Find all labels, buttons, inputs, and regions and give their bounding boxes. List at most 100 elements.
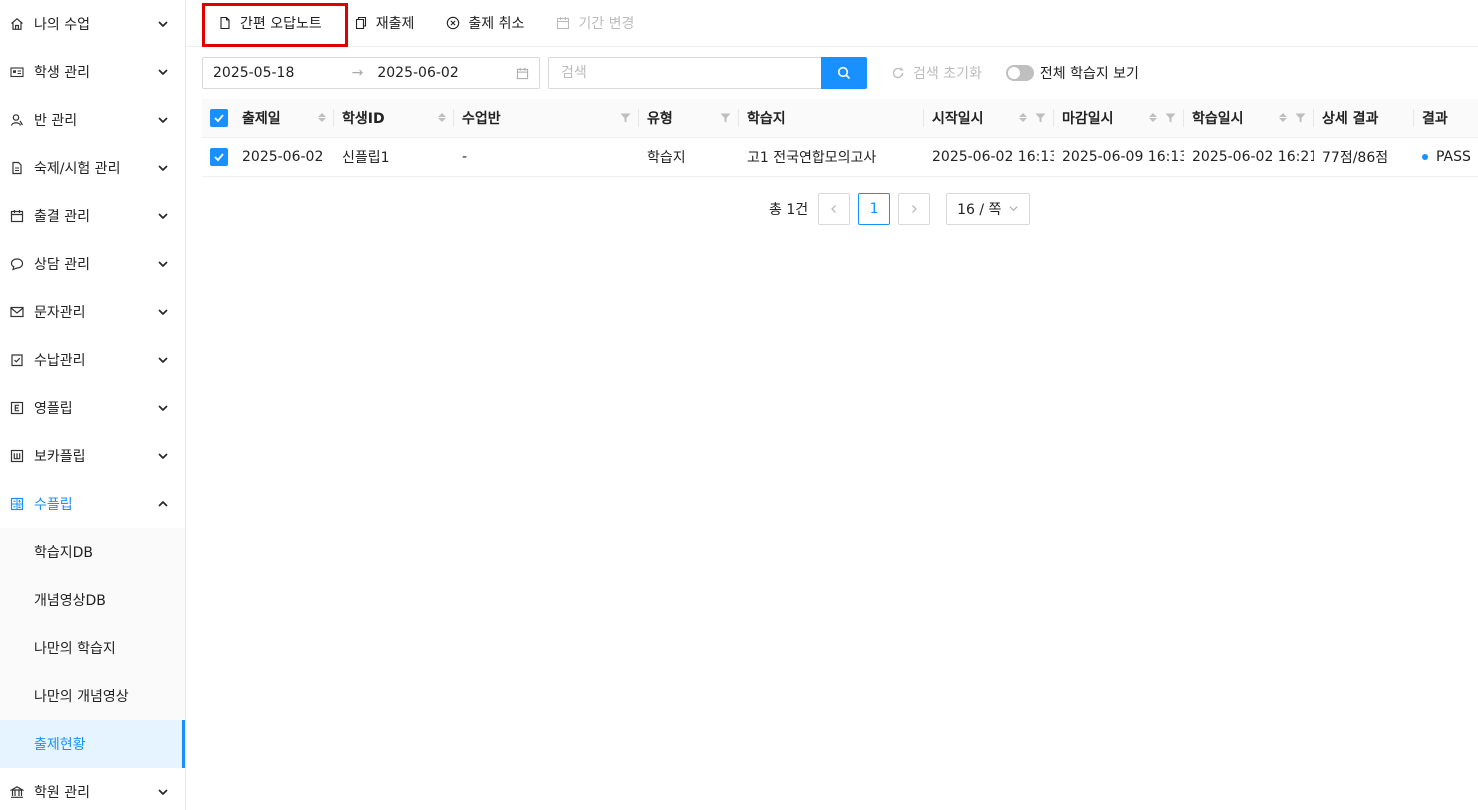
next-page-button[interactable] — [898, 192, 931, 225]
sort-icon[interactable] — [1279, 113, 1287, 123]
calendar-icon — [516, 67, 529, 79]
start-date: 2025-05-18 — [213, 65, 295, 81]
nav-homework-exams[interactable]: 숙제/시험 관리 — [0, 144, 185, 192]
search-icon — [837, 66, 851, 80]
chevron-right-icon — [912, 204, 918, 213]
sidebar: 나의 수업 학생 관리 반 관리 숙제/시험 관리 출결 관리 상담 관리 문자… — [0, 0, 186, 810]
sort-icon[interactable] — [1149, 113, 1157, 123]
header-start-time[interactable]: 시작일시 — [924, 99, 1054, 138]
cancel-assignment-button[interactable]: 출제 취소 — [430, 0, 540, 47]
nav-label: 문자관리 — [34, 305, 86, 321]
nav-my-classes[interactable]: 나의 수업 — [0, 0, 185, 48]
cell-class: - — [454, 137, 639, 177]
sub-item-my-worksheets[interactable]: 나만의 학습지 — [0, 624, 185, 672]
quick-note-label: 간편 오답노트 — [240, 16, 322, 32]
filter-icon[interactable] — [1295, 113, 1306, 123]
search-field[interactable] — [548, 57, 821, 89]
nav-youngflip[interactable]: 영플립 — [0, 384, 185, 432]
cell-result: PASS — [1414, 137, 1478, 177]
search-button[interactable] — [821, 57, 867, 89]
page-button-1[interactable]: 1 — [858, 192, 891, 225]
nav-attendance[interactable]: 출결 관리 — [0, 192, 185, 240]
w-box-icon — [10, 449, 24, 463]
filter-icon[interactable] — [720, 113, 731, 123]
header-label: 학생ID — [342, 110, 385, 127]
sort-icon[interactable] — [438, 113, 446, 123]
header-label: 출제일 — [242, 110, 281, 127]
table-row[interactable]: 2025-06-02 신플립1 - 학습지 고1 전국연합모의고사 2025-0… — [202, 137, 1478, 177]
header-study-time[interactable]: 학습일시 — [1184, 99, 1314, 138]
header-student-id[interactable]: 학생ID — [334, 99, 454, 138]
id-card-icon — [10, 65, 24, 79]
header-label: 수업반 — [462, 110, 501, 127]
nav-students[interactable]: 학생 관리 — [0, 48, 185, 96]
header-assigned-date[interactable]: 출제일 — [202, 99, 334, 138]
nav-label: 학생 관리 — [34, 65, 90, 81]
show-all-toggle[interactable]: 전체 학습지 보기 — [1005, 63, 1139, 83]
page-size-select[interactable]: 16 / 쪽 — [946, 192, 1031, 225]
chevron-down-icon — [158, 789, 168, 796]
change-period-label: 기간 변경 — [578, 16, 635, 32]
nav-suflip[interactable]: 수플립 — [0, 480, 185, 528]
chat-icon — [10, 257, 24, 271]
nav-academy[interactable]: 학원 관리 — [0, 768, 185, 810]
reset-search-button[interactable]: 검색 초기화 — [891, 63, 982, 83]
date-range-picker[interactable]: 2025-05-18 → 2025-06-02 — [202, 57, 540, 89]
sub-item-my-concept-videos[interactable]: 나만의 개념영상 — [0, 672, 185, 720]
users-icon — [10, 113, 24, 127]
nav-counseling[interactable]: 상담 관리 — [0, 240, 185, 288]
nav-label: 영플립 — [34, 401, 73, 417]
filter-icon[interactable] — [1165, 113, 1176, 123]
nav-payments[interactable]: 수납관리 — [0, 336, 185, 384]
header-label: 상세 결과 — [1322, 110, 1379, 127]
cell-detail-result[interactable]: 77점/86점 — [1314, 137, 1414, 177]
toggle-switch[interactable] — [1005, 65, 1034, 81]
calendar-icon — [10, 209, 24, 223]
chevron-down-icon — [158, 405, 168, 412]
header-label: 학습지 — [747, 110, 786, 127]
filter-icon[interactable] — [1035, 113, 1046, 123]
file-icon — [220, 16, 230, 30]
chevron-down-icon — [158, 21, 168, 28]
cell-due-time: 2025-06-09 16:13 — [1054, 137, 1184, 177]
calculator-icon — [10, 497, 24, 511]
sub-item-worksheet-db[interactable]: 학습지DB — [0, 528, 185, 576]
assignment-table: 출제일 학생ID 수업반 유형 학습지 시작일시 마감일시 학습일시 상세 결과… — [202, 99, 1478, 177]
result-text: PASS — [1436, 148, 1471, 165]
nav-classes[interactable]: 반 관리 — [0, 96, 185, 144]
header-class[interactable]: 수업반 — [454, 99, 639, 138]
chevron-left-icon — [831, 204, 837, 213]
nav-label: 반 관리 — [34, 113, 78, 129]
header-due-time[interactable]: 마감일시 — [1054, 99, 1184, 138]
arrow-right-icon: → — [351, 65, 364, 81]
search-input[interactable] — [561, 65, 809, 81]
reassign-button[interactable]: 재출제 — [338, 0, 431, 47]
total-count: 총 1건 — [769, 201, 809, 218]
nav-label: 수플립 — [34, 497, 73, 513]
quick-wrong-answer-note-button[interactable]: 간편 오답노트 — [202, 0, 338, 47]
nav-vocaflip[interactable]: 보카플립 — [0, 432, 185, 480]
check-icon — [214, 152, 224, 161]
sub-item-assignment-status[interactable]: 출제현황 — [0, 720, 185, 768]
prev-page-button[interactable] — [818, 192, 851, 225]
change-period-button[interactable]: 기간 변경 — [540, 0, 650, 47]
chevron-down-icon — [158, 357, 168, 364]
filter-icon[interactable] — [620, 113, 631, 123]
nav-messages[interactable]: 문자관리 — [0, 288, 185, 336]
home-icon — [10, 17, 24, 31]
chevron-down-icon — [158, 309, 168, 316]
chevron-down-icon — [158, 213, 168, 220]
cell-worksheet[interactable]: 고1 전국연합모의고사 — [739, 137, 924, 177]
row-checkbox[interactable] — [210, 147, 228, 166]
header-type[interactable]: 유형 — [639, 99, 739, 138]
chevron-down-icon — [158, 69, 168, 76]
suflip-submenu: 학습지DB 개념영상DB 나만의 학습지 나만의 개념영상 출제현황 — [0, 528, 185, 768]
reload-icon — [892, 67, 904, 79]
sub-item-concept-video-db[interactable]: 개념영상DB — [0, 576, 185, 624]
select-all-checkbox[interactable] — [210, 108, 228, 127]
cell-type: 학습지 — [639, 137, 739, 177]
header-worksheet[interactable]: 학습지 — [739, 99, 924, 138]
sort-icon[interactable] — [1019, 113, 1027, 123]
chevron-up-icon — [158, 500, 168, 507]
sort-icon[interactable] — [318, 113, 326, 123]
